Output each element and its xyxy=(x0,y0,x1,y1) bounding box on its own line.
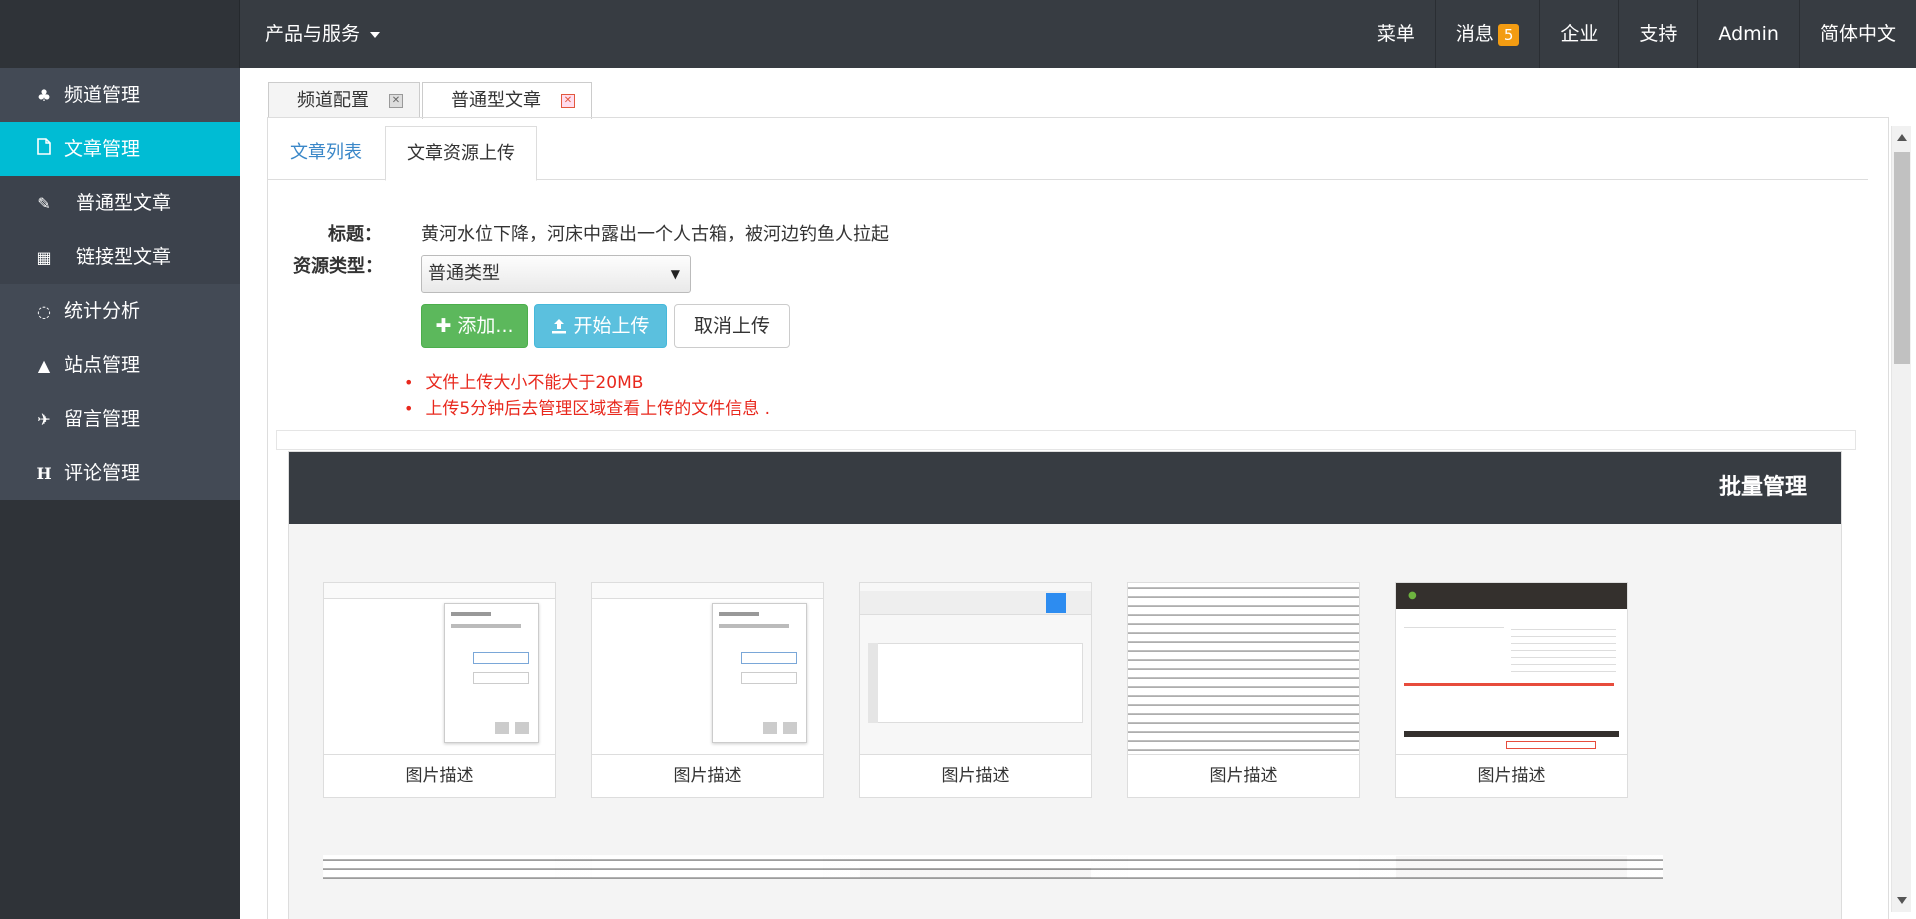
resource-type-value: 普通类型 xyxy=(428,263,500,284)
note-item: 文件上传大小不能大于20MB xyxy=(404,370,770,396)
add-files-button[interactable]: ✚ 添加... xyxy=(421,304,528,348)
image-card[interactable]: 图片描述 xyxy=(591,582,824,798)
nav-admin-label: Admin xyxy=(1718,23,1779,45)
products-services-label: 产品与服务 xyxy=(265,23,361,45)
plane-icon: ✈ xyxy=(37,410,51,429)
sidebar-item-label: 统计分析 xyxy=(64,300,141,322)
sidebar-item-sites[interactable]: ▲ 站点管理 xyxy=(0,338,240,392)
image-card[interactable]: 图片描述 xyxy=(859,582,1092,798)
nav-support[interactable]: 支持 xyxy=(1618,0,1697,68)
sidebar-item-label: 文章管理 xyxy=(64,138,141,160)
nav-enterprise[interactable]: 企业 xyxy=(1539,0,1618,68)
top-right-nav: 菜单 消息 5 企业 支持 Admin 简体中文 xyxy=(1357,0,1916,68)
title-value: 黄河水位下降，河床中露出一个人古箱，被河边钓鱼人拉起 xyxy=(421,224,889,245)
sidebar: ♣ 频道管理 文章管理 ✎ 普通型文章 ▦ 链接型文章 ◌ 统计分析 ▲ 站点管理 ✈ 留言… xyxy=(0,68,240,919)
top-navbar: 产品与服务 菜单 消息 5 企业 支持 Admin 简体中文 xyxy=(0,0,1916,68)
tab-article-list[interactable]: 文章列表 xyxy=(290,126,362,180)
sidebar-item-comments[interactable]: H 评论管理 xyxy=(0,446,240,500)
close-icon[interactable]: ✕ xyxy=(389,94,403,108)
content-frame: 文章列表 文章资源上传 标题： 黄河水位下降，河床中露出一个人古箱，被河边钓鱼人… xyxy=(267,117,1889,919)
inner-tabs: 文章列表 文章资源上传 xyxy=(268,126,1868,181)
upload-icon xyxy=(551,315,573,337)
nav-language[interactable]: 简体中文 xyxy=(1798,0,1916,68)
sidebar-item-statistics[interactable]: ◌ 统计分析 xyxy=(0,284,240,338)
upload-notes: 文件上传大小不能大于20MB 上传5分钟后去管理区域查看上传的文件信息 . xyxy=(404,370,770,422)
title-label: 标题： xyxy=(328,224,382,245)
image-card[interactable] xyxy=(323,855,1663,879)
brand-area xyxy=(0,0,240,68)
sidebar-item-link-articles[interactable]: ▦ 链接型文章 xyxy=(0,230,240,284)
tab-label: 普通型文章 xyxy=(451,90,541,111)
nav-support-label: 支持 xyxy=(1639,23,1678,45)
start-upload-button[interactable]: 开始上传 xyxy=(534,304,667,348)
vertical-scrollbar[interactable] xyxy=(1891,126,1911,912)
image-thumbnail[interactable] xyxy=(592,583,823,755)
resource-type-label: 资源类型： xyxy=(293,256,383,277)
nav-messages[interactable]: 消息 5 xyxy=(1434,0,1540,68)
image-thumbnail[interactable] xyxy=(324,583,555,755)
sidebar-item-label: 站点管理 xyxy=(64,354,141,376)
header-icon: H xyxy=(36,464,52,483)
image-grid-row-2 xyxy=(323,855,1663,879)
nav-language-label: 简体中文 xyxy=(1819,23,1896,45)
products-services-menu[interactable]: 产品与服务 xyxy=(265,0,381,68)
image-card[interactable]: 图片描述 xyxy=(323,582,556,798)
image-caption: 图片描述 xyxy=(1477,766,1546,786)
nav-messages-label: 消息 xyxy=(1455,23,1494,45)
graduation-cap-icon: ▲ xyxy=(37,356,51,375)
tab-resource-upload[interactable]: 文章资源上传 xyxy=(385,126,537,181)
page-tab-strip: 频道配置 ✕ 普通型文章 ✕ xyxy=(268,82,594,119)
plus-icon: ✚ xyxy=(435,315,452,337)
nav-menu[interactable]: 菜单 xyxy=(1357,0,1435,68)
sidebar-item-normal-articles[interactable]: ✎ 普通型文章 xyxy=(0,176,240,230)
nav-admin[interactable]: Admin xyxy=(1697,0,1799,68)
sidebar-item-label: 留言管理 xyxy=(64,408,141,430)
image-caption: 图片描述 xyxy=(1209,766,1278,786)
image-caption: 图片描述 xyxy=(405,766,474,786)
panel-title: 批量管理 xyxy=(289,452,1841,524)
upload-queue-area xyxy=(276,430,1856,450)
note-item: 上传5分钟后去管理区域查看上传的文件信息 . xyxy=(404,396,770,422)
caret-down-icon xyxy=(370,31,381,38)
close-icon[interactable]: ✕ xyxy=(561,94,575,108)
message-count-badge: 5 xyxy=(1497,23,1520,46)
sidebar-item-label: 频道管理 xyxy=(64,84,141,106)
nav-enterprise-label: 企业 xyxy=(1560,23,1599,45)
dropdown-arrow-icon: ▼ xyxy=(670,267,680,281)
sidebar-item-messages[interactable]: ✈ 留言管理 xyxy=(0,392,240,446)
image-thumbnail[interactable] xyxy=(860,583,1091,755)
tab-label: 频道配置 xyxy=(297,90,369,111)
circle-notch-icon: ◌ xyxy=(37,302,51,321)
edit-icon: ✎ xyxy=(37,194,51,213)
resource-type-select[interactable]: 普通类型 ▼ xyxy=(421,255,691,293)
scroll-up-icon[interactable] xyxy=(1897,134,1907,141)
sidebar-item-channels[interactable]: ♣ 频道管理 xyxy=(0,68,240,122)
cancel-upload-button[interactable]: 取消上传 xyxy=(674,304,790,348)
tab-channel-config[interactable]: 频道配置 ✕ xyxy=(268,82,420,118)
nav-menu-label: 菜单 xyxy=(1376,23,1415,45)
sidebar-item-label: 链接型文章 xyxy=(76,246,172,268)
image-grid: 图片描述 图片描述 图片描述 图片描述 ● 图片描述 xyxy=(323,582,1663,798)
tab-normal-article[interactable]: 普通型文章 ✕ xyxy=(422,82,592,119)
image-card[interactable]: 图片描述 xyxy=(1127,582,1360,798)
image-caption: 图片描述 xyxy=(941,766,1010,786)
image-thumbnail[interactable] xyxy=(1128,583,1359,755)
image-caption: 图片描述 xyxy=(673,766,742,786)
image-thumbnail[interactable]: ● xyxy=(1396,583,1627,755)
main-content: 频道配置 ✕ 普通型文章 ✕ 文章列表 文章资源上传 标题： 黄河水位下降，河床中露… xyxy=(240,68,1916,919)
sidebar-menu: ♣ 频道管理 文章管理 ✎ 普通型文章 ▦ 链接型文章 ◌ 统计分析 ▲ 站点管理 ✈ 留言… xyxy=(0,68,240,500)
image-card[interactable]: ● 图片描述 xyxy=(1395,582,1628,798)
sidebar-item-articles[interactable]: 文章管理 xyxy=(0,122,240,176)
scroll-down-icon[interactable] xyxy=(1897,897,1907,904)
file-icon xyxy=(34,123,54,177)
sidebar-item-label: 普通型文章 xyxy=(76,192,172,214)
building-icon: ▦ xyxy=(36,248,52,267)
scrollbar-thumb[interactable] xyxy=(1894,152,1910,364)
sidebar-item-label: 评论管理 xyxy=(64,462,141,484)
batch-management-panel: 批量管理 图片描述 图片描述 图片描述 图片描述 ● 图片描述 xyxy=(288,451,1842,919)
tree-icon: ♣ xyxy=(36,86,52,105)
